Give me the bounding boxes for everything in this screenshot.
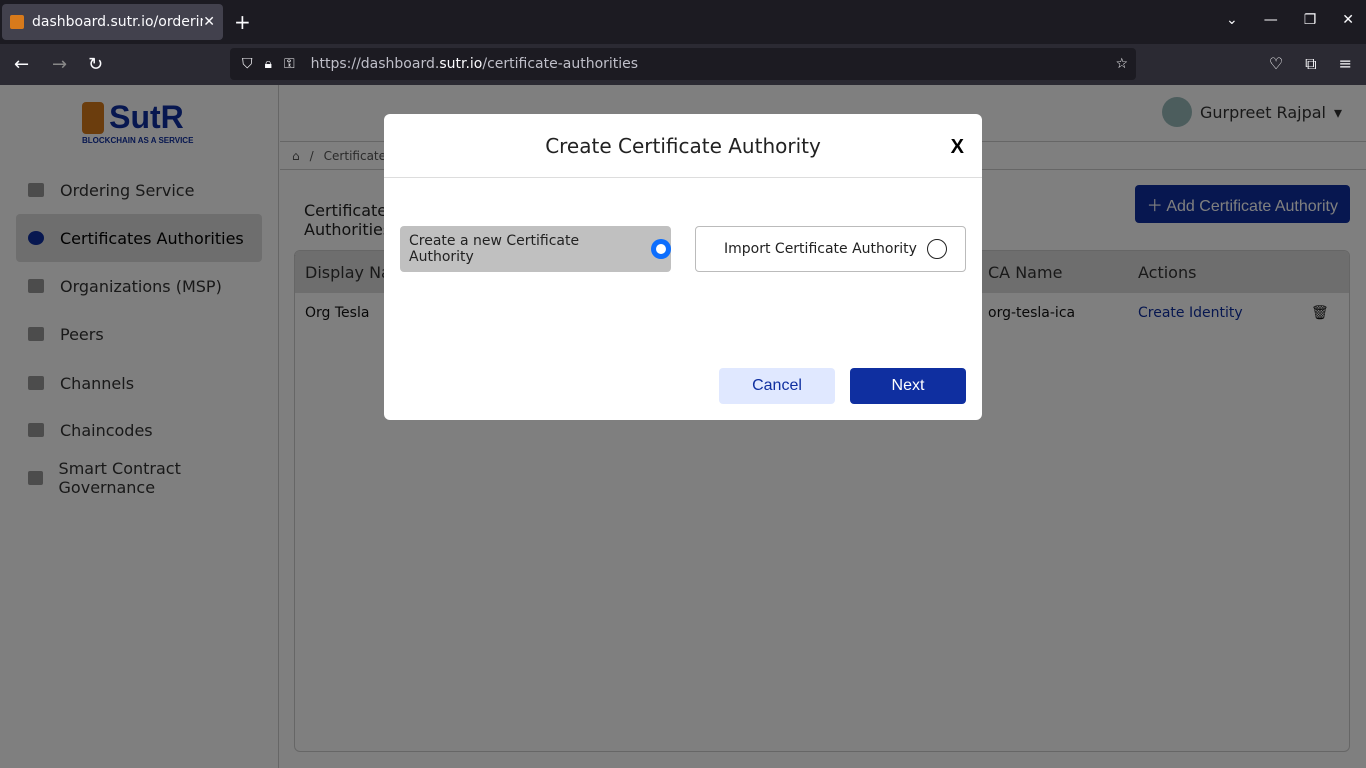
extensions-icon[interactable]: ⧉	[1305, 54, 1316, 74]
lock-icon: 🔒︎	[264, 56, 272, 72]
create-ca-modal: Create Certificate Authority X Create a n…	[384, 114, 982, 420]
key-icon: ⚿	[283, 56, 295, 72]
close-window-icon[interactable]: ✕	[1342, 12, 1354, 28]
radio-unselected[interactable]	[926, 239, 947, 259]
browser-toolbar: ← → ↻ ⛉ 🔒︎ ⚿ https://dashboard.sutr.io/cer…	[0, 44, 1366, 85]
radio-selected[interactable]	[651, 239, 671, 259]
modal-title: Create Certificate Authority	[545, 133, 821, 158]
tab-list-icon[interactable]: ⌄	[1226, 12, 1238, 28]
close-button[interactable]: X	[951, 136, 964, 159]
browser-tabbar: dashboard.sutr.io/ordering ✕ + ⌄ — ❐ ✕	[0, 0, 1366, 44]
option-create-new-ca[interactable]: Create a new Certificate Authority	[400, 226, 671, 272]
option-import-ca[interactable]: Import Certificate Authority	[695, 226, 966, 272]
back-icon[interactable]: ←	[14, 54, 29, 75]
favicon-icon	[10, 15, 24, 29]
next-button[interactable]: Next	[850, 368, 966, 404]
close-tab-icon[interactable]: ✕	[203, 14, 215, 30]
pocket-icon[interactable]: ♡	[1269, 54, 1283, 74]
forward-icon[interactable]: →	[52, 54, 67, 75]
new-tab-icon[interactable]: +	[234, 10, 251, 34]
url-bar[interactable]: ⛉ 🔒︎ ⚿ https://dashboard.sutr.io/certifica…	[230, 48, 1136, 80]
shield-icon: ⛉	[242, 56, 253, 72]
minimize-icon[interactable]: —	[1264, 12, 1278, 28]
menu-icon[interactable]: ≡	[1339, 54, 1352, 74]
reload-icon[interactable]: ↻	[88, 54, 103, 75]
maximize-icon[interactable]: ❐	[1304, 12, 1317, 28]
bookmark-star-icon[interactable]: ☆	[1115, 56, 1128, 72]
cancel-button[interactable]: Cancel	[719, 368, 835, 404]
browser-tab[interactable]: dashboard.sutr.io/ordering ✕	[2, 4, 223, 40]
